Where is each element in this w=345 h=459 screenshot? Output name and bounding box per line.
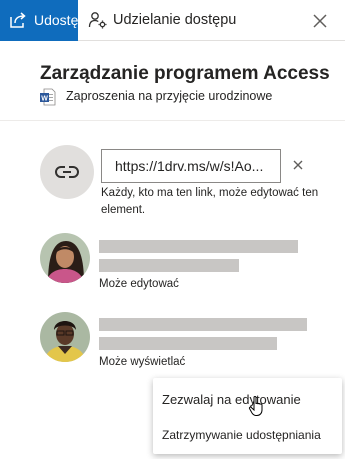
person-2-permission[interactable]: Może wyświetlać (99, 356, 185, 368)
avatar-woman (40, 233, 90, 283)
page-title: Zarządzanie programem Access (40, 63, 330, 84)
share-tab[interactable]: Udostępnij (0, 0, 78, 41)
close-icon[interactable] (311, 12, 329, 30)
person-1-name-placeholder (99, 240, 298, 253)
person-1-permission[interactable]: Może edytować (99, 278, 179, 290)
link-avatar (40, 145, 94, 199)
link-description: Każdy, kto ma ten link, może edytować te… (101, 187, 319, 216)
share-link-url: https://1drv.ms/w/s!Ao... (115, 158, 264, 174)
share-icon (10, 12, 26, 28)
share-link-field[interactable]: https://1drv.ms/w/s!Ao... (101, 149, 281, 183)
hand-cursor-icon (248, 396, 263, 416)
person-2-name-placeholder (99, 318, 307, 331)
svg-text:W: W (41, 95, 48, 102)
link-icon (55, 166, 79, 178)
divider (0, 120, 345, 121)
person-avatar-2 (40, 312, 90, 362)
person-2-email-placeholder (99, 337, 277, 350)
grant-access-tab-label: Udzielanie dostępu (113, 12, 237, 28)
share-tab-label: Udostępnij (34, 12, 78, 28)
dialog-header: Udostępnij Udzielanie dostępu (0, 0, 345, 41)
person-1-email-placeholder (99, 259, 239, 272)
word-document-icon: W (40, 88, 56, 106)
menu-item-stop-sharing[interactable]: Zatrzymywanie udostępniania (153, 416, 342, 452)
avatar-man (40, 312, 90, 362)
person-avatar-1 (40, 233, 90, 283)
remove-link-icon[interactable] (290, 157, 306, 173)
people-settings-icon (88, 12, 107, 29)
menu-item-label: Zatrzymywanie udostępniania (162, 428, 321, 442)
menu-item-label: Zezwalaj na edytowanie (162, 392, 301, 407)
document-name: Zaproszenia na przyjęcie urodzinowe (66, 89, 273, 103)
